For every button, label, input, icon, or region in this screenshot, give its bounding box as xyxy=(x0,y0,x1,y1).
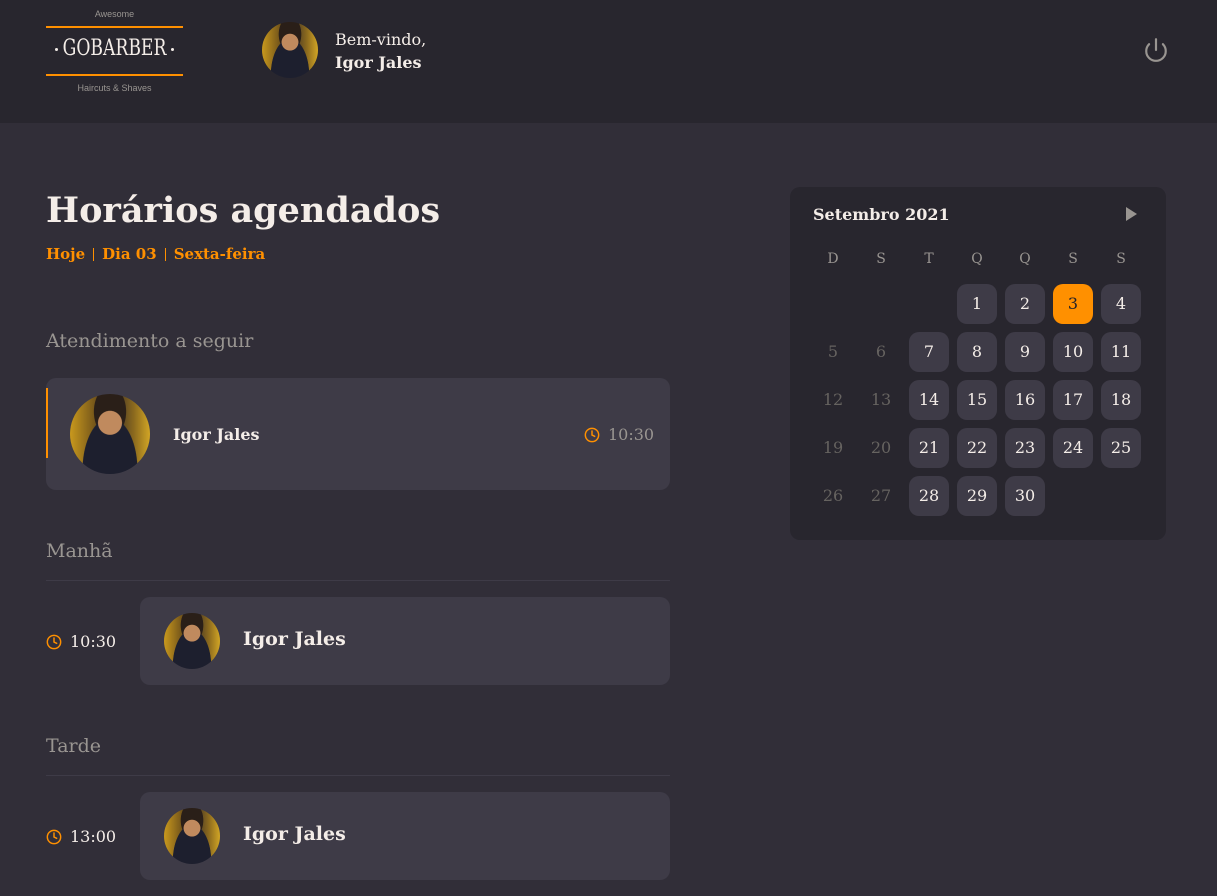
time-text: 10:30 xyxy=(70,632,117,651)
calendar-day[interactable]: 9 xyxy=(1005,332,1045,372)
logo-line-top xyxy=(46,26,183,28)
header: Awesome GOBARBER Haircuts & Shaves Bem-v… xyxy=(0,0,1217,123)
subtitle-weekday: Sexta-feira xyxy=(173,245,266,263)
calendar-day[interactable]: 22 xyxy=(957,428,997,468)
calendar-day[interactable]: 29 xyxy=(957,476,997,516)
clock-icon xyxy=(46,829,62,844)
client-avatar xyxy=(70,394,150,474)
client-avatar xyxy=(164,808,220,864)
calendar-month-label: Setembro 2021 xyxy=(813,205,950,224)
calendar-day-selected[interactable]: 3 xyxy=(1053,284,1093,324)
calendar-weekday: Q xyxy=(1019,251,1031,267)
calendar-day[interactable]: 18 xyxy=(1101,380,1141,420)
calendar-day: 12 xyxy=(822,390,844,409)
client-name: Igor Jales xyxy=(243,823,346,845)
next-appointment-card[interactable]: Igor Jales 10:30 xyxy=(46,378,670,490)
calendar-weekday: S xyxy=(876,251,886,267)
morning-heading: Manhã xyxy=(46,540,113,562)
calendar-day[interactable]: 2 xyxy=(1005,284,1045,324)
appointment-time: 13:00 xyxy=(46,827,116,846)
calendar-day[interactable]: 1 xyxy=(957,284,997,324)
appointment-card[interactable]: Igor Jales xyxy=(140,597,670,685)
page-title: Horários agendados xyxy=(46,190,441,231)
calendar-day[interactable]: 24 xyxy=(1053,428,1093,468)
logo-bottom-text: Haircuts & Shaves xyxy=(77,83,152,93)
time-text: 10:30 xyxy=(608,425,655,444)
power-icon[interactable] xyxy=(1143,37,1169,63)
calendar-day[interactable]: 28 xyxy=(909,476,949,516)
calendar-weekday: D xyxy=(827,251,839,267)
subtitle-day: Dia 03 xyxy=(102,245,157,263)
calendar-day[interactable]: 10 xyxy=(1053,332,1093,372)
date-subtitle: Hoje Dia 03 Sexta-feira xyxy=(46,245,265,263)
calendar-day[interactable]: 17 xyxy=(1053,380,1093,420)
profile-link[interactable]: Igor Jales xyxy=(335,53,422,72)
calendar-day[interactable]: 8 xyxy=(957,332,997,372)
subtitle-divider xyxy=(93,247,95,261)
section-divider xyxy=(46,775,670,776)
clock-icon xyxy=(46,634,62,649)
calendar-day[interactable]: 4 xyxy=(1101,284,1141,324)
arrow-right-icon[interactable] xyxy=(1126,207,1137,221)
calendar-day[interactable]: 21 xyxy=(909,428,949,468)
appointment-time: 10:30 xyxy=(46,632,116,651)
next-appointment-heading: Atendimento a seguir xyxy=(46,330,254,352)
section-divider xyxy=(46,580,670,581)
calendar-weekday: S xyxy=(1116,251,1126,267)
calendar-day[interactable]: 16 xyxy=(1005,380,1045,420)
calendar-day: 5 xyxy=(827,342,839,361)
time-text: 13:00 xyxy=(70,827,117,846)
welcome-text: Bem-vindo, xyxy=(335,30,427,49)
client-name: Igor Jales xyxy=(173,425,260,444)
calendar: Setembro 2021 D S T Q Q S S 1 2 3 4 5 6 7 8 9 10 11 12 13 14… xyxy=(790,187,1166,540)
calendar-day: 13 xyxy=(870,390,892,409)
client-name: Igor Jales xyxy=(243,628,346,650)
appointment-card[interactable]: Igor Jales xyxy=(140,792,670,880)
calendar-weekday: T xyxy=(924,251,934,267)
subtitle-today: Hoje xyxy=(46,245,86,263)
calendar-day: 27 xyxy=(870,486,892,505)
logo-brand-text: GOBARBER xyxy=(62,36,167,61)
logo-dot-right xyxy=(171,48,174,51)
gobarber-logo: Awesome GOBARBER Haircuts & Shaves xyxy=(46,8,183,96)
calendar-weekday: Q xyxy=(971,251,983,267)
calendar-day: 6 xyxy=(875,342,887,361)
calendar-day: 19 xyxy=(822,438,844,457)
calendar-day[interactable]: 7 xyxy=(909,332,949,372)
accent-bar xyxy=(46,388,48,458)
calendar-day: 26 xyxy=(822,486,844,505)
calendar-day[interactable]: 25 xyxy=(1101,428,1141,468)
client-avatar xyxy=(164,613,220,669)
clock-icon xyxy=(584,427,600,442)
calendar-day: 20 xyxy=(870,438,892,457)
subtitle-divider xyxy=(164,247,166,261)
calendar-day[interactable]: 30 xyxy=(1005,476,1045,516)
logo-top-text: Awesome xyxy=(94,9,135,19)
calendar-day[interactable]: 11 xyxy=(1101,332,1141,372)
appointment-time: 10:30 xyxy=(584,425,654,444)
calendar-day[interactable]: 14 xyxy=(909,380,949,420)
afternoon-heading: Tarde xyxy=(46,735,102,757)
user-avatar[interactable] xyxy=(262,22,318,78)
calendar-weekday: S xyxy=(1068,251,1078,267)
calendar-day[interactable]: 15 xyxy=(957,380,997,420)
calendar-day[interactable]: 23 xyxy=(1005,428,1045,468)
logo-line-bottom xyxy=(46,74,183,76)
logo-dot-left xyxy=(55,48,58,51)
